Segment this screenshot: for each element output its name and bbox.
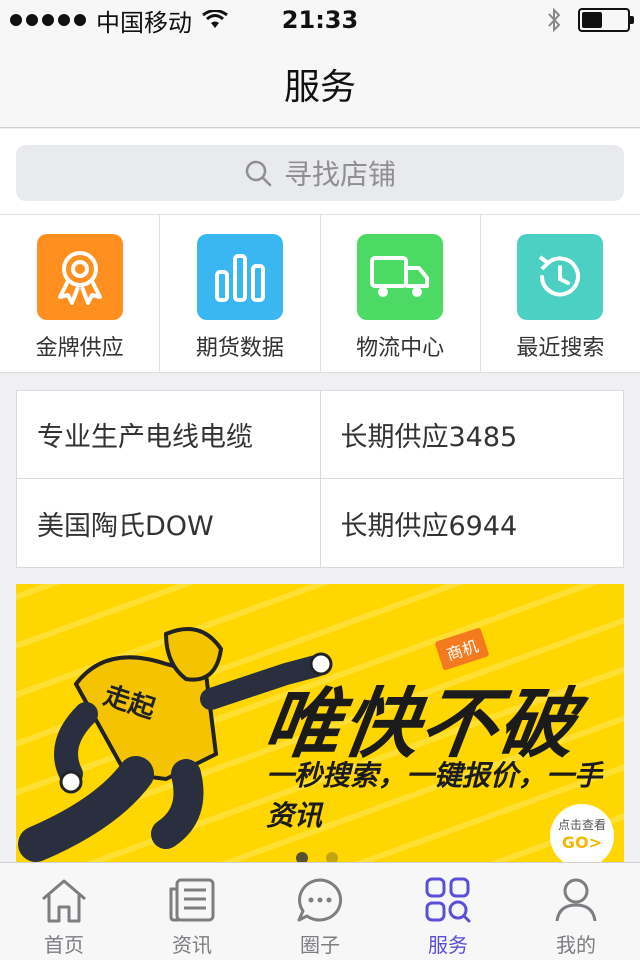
search-icon <box>245 160 272 187</box>
tab-home[interactable]: 首页 <box>0 863 128 960</box>
quick-item-futures-data[interactable]: 期货数据 <box>160 215 321 372</box>
promo-banner[interactable]: 走起 商机 唯快不破 一秒搜索，一键报价，一手资讯 点击查看 GO> <box>16 584 624 862</box>
table-cell[interactable]: 专业生产电线电缆 <box>17 391 321 478</box>
go-button-label: GO> <box>561 833 603 852</box>
quick-item-logistics[interactable]: 物流中心 <box>321 215 481 372</box>
grid-search-icon <box>425 877 471 923</box>
tab-label: 服务 <box>428 933 468 957</box>
go-button-hint: 点击查看 <box>557 818 606 832</box>
news-icon <box>169 878 215 922</box>
status-bar: 中国移动 21:33 <box>0 0 640 40</box>
tab-service[interactable]: 服务 <box>384 863 512 960</box>
clock: 21:33 <box>281 6 359 34</box>
battery-icon <box>578 8 634 32</box>
table-cell[interactable]: 长期供应3485 <box>321 391 624 478</box>
table-cell[interactable]: 长期供应6944 <box>321 479 624 567</box>
tab-label: 首页 <box>44 933 84 957</box>
quick-item-label: 期货数据 <box>195 336 284 361</box>
search-placeholder: 寻找店铺 <box>283 158 396 191</box>
quick-item-label: 物流中心 <box>356 336 445 361</box>
person-icon <box>555 878 597 922</box>
tab-me[interactable]: 我的 <box>512 863 640 960</box>
search-area: 寻找店铺 <box>0 129 640 215</box>
quick-item-label: 最近搜索 <box>516 336 605 361</box>
table-cell[interactable]: 美国陶氏DOW <box>17 479 321 567</box>
table-row: 美国陶氏DOW 长期供应6944 <box>17 479 623 567</box>
bar-chart-icon <box>196 234 283 320</box>
chat-icon <box>297 878 343 922</box>
battery-level <box>582 12 602 28</box>
quick-item-label: 金牌供应 <box>35 336 124 361</box>
supply-info-table: 专业生产电线电缆 长期供应3485 美国陶氏DOW 长期供应6944 <box>16 390 624 568</box>
table-row: 专业生产电线电缆 长期供应3485 <box>17 391 623 479</box>
navigation-bar: 服务 <box>0 40 640 128</box>
history-icon <box>517 234 604 320</box>
go-button[interactable]: 点击查看 GO> <box>550 804 614 862</box>
tab-label: 我的 <box>556 933 596 957</box>
quick-item-recent-search[interactable]: 最近搜索 <box>481 215 640 372</box>
truck-icon <box>357 234 444 320</box>
quick-actions-grid: 金牌供应 期货数据 物流中心 最近搜索 <box>0 215 640 373</box>
quick-item-gold-supply[interactable]: 金牌供应 <box>0 215 161 372</box>
search-input[interactable]: 寻找店铺 <box>16 145 624 201</box>
home-icon <box>42 879 86 923</box>
medal-icon <box>36 234 123 320</box>
tab-news[interactable]: 资讯 <box>128 863 256 960</box>
tab-label: 圈子 <box>300 933 340 957</box>
tab-circle[interactable]: 圈子 <box>256 863 384 960</box>
tab-label: 资讯 <box>172 933 212 957</box>
tab-bar: 首页 资讯 圈子 服务 我的 <box>0 862 640 960</box>
page-title: 服务 <box>283 66 356 108</box>
